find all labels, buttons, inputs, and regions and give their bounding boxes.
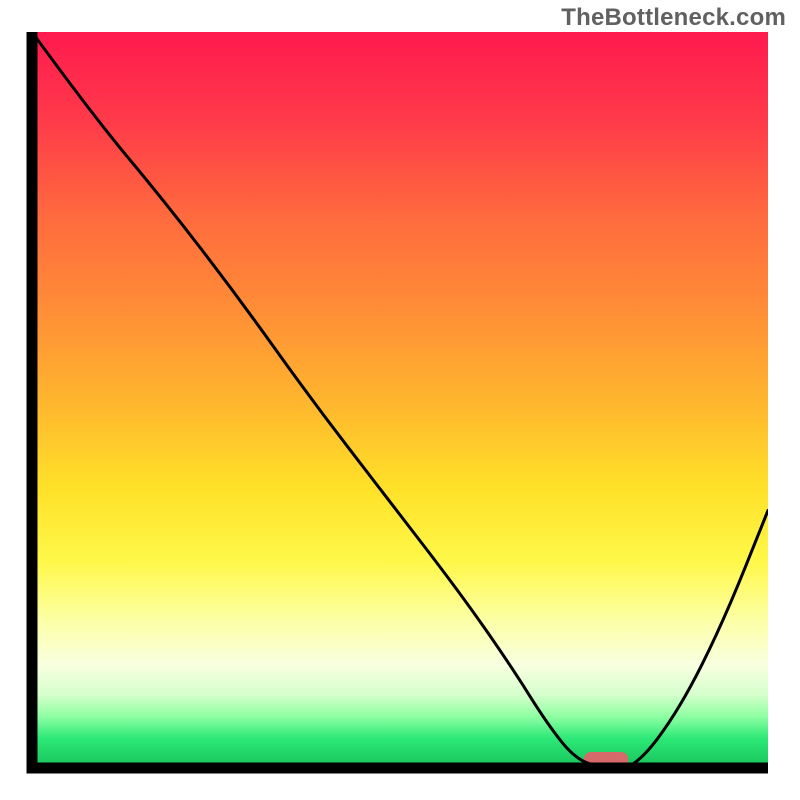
chart-svg bbox=[0, 0, 800, 800]
chart-frame: TheBottleneck.com bbox=[0, 0, 800, 800]
plot-background bbox=[32, 32, 768, 768]
